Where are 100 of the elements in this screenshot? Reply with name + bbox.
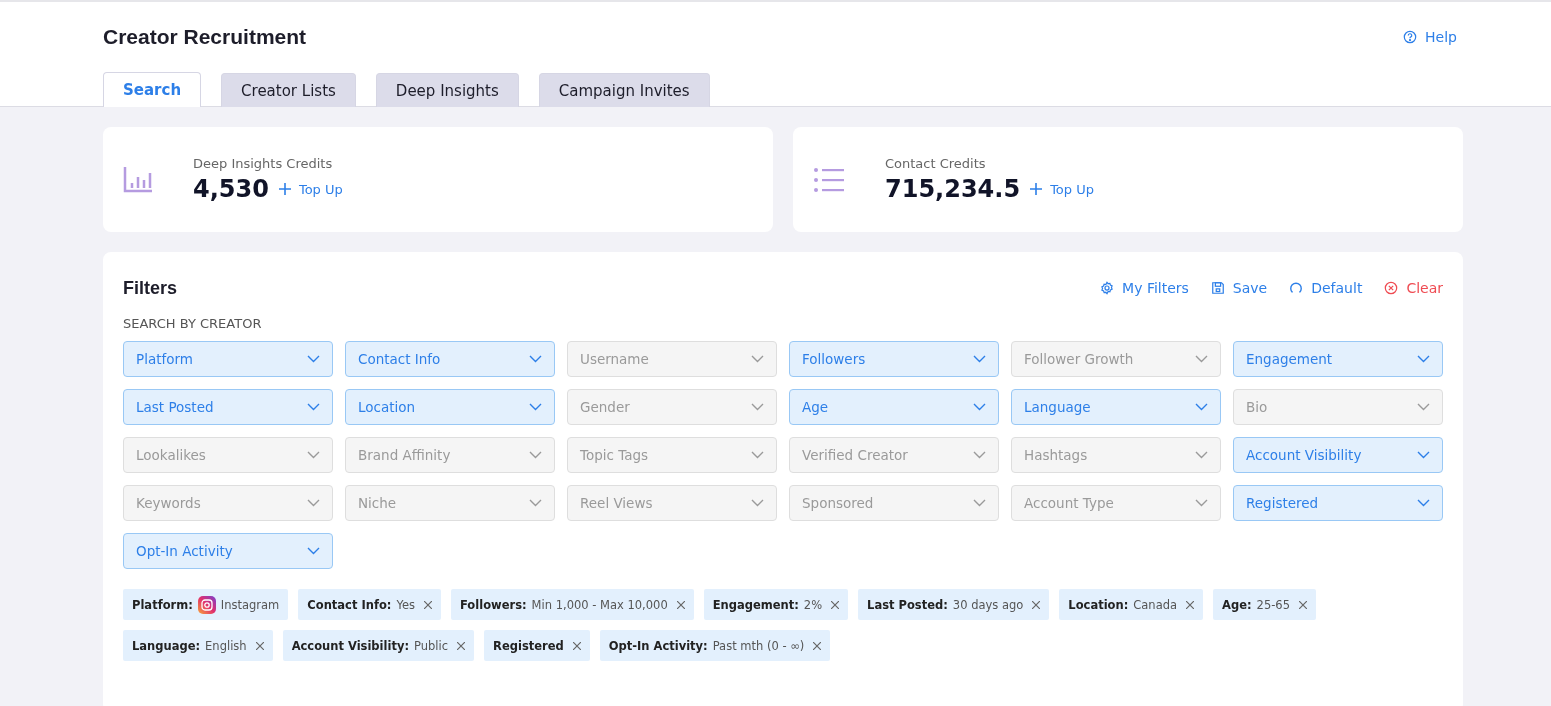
filter-dropdown[interactable]: Reel Views bbox=[567, 485, 777, 521]
filter-dropdown[interactable]: Location bbox=[345, 389, 555, 425]
chevron-down-icon bbox=[1417, 403, 1430, 411]
filter-dropdown[interactable]: Account Type bbox=[1011, 485, 1221, 521]
tab[interactable]: Creator Lists bbox=[221, 73, 356, 107]
chevron-down-icon bbox=[307, 499, 320, 507]
top-up-button[interactable]: Top Up bbox=[278, 181, 343, 197]
help-icon bbox=[1403, 30, 1418, 44]
filter-action-button[interactable]: Default bbox=[1289, 280, 1363, 296]
tab[interactable]: Campaign Invites bbox=[538, 73, 710, 107]
reset-icon bbox=[1289, 281, 1304, 295]
chevron-down-icon bbox=[529, 403, 542, 411]
filter-dropdown[interactable]: Language bbox=[1011, 389, 1221, 425]
filter-dropdown[interactable]: Gender bbox=[567, 389, 777, 425]
chevron-down-icon bbox=[1417, 355, 1430, 363]
filter-action-button[interactable]: Clear bbox=[1384, 280, 1443, 296]
filter-dropdown[interactable]: Lookalikes bbox=[123, 437, 333, 473]
chip-label: Contact Info: bbox=[307, 597, 392, 612]
filter-dropdown[interactable]: Followers bbox=[789, 341, 999, 377]
filter-action-button[interactable]: My Filters bbox=[1100, 280, 1189, 296]
chip-value: English bbox=[205, 638, 247, 653]
chevron-down-icon bbox=[307, 451, 320, 459]
remove-chip-button[interactable] bbox=[455, 641, 466, 650]
chip-label: Last Posted: bbox=[867, 597, 948, 612]
credits-value: 715,234.5 bbox=[885, 175, 1021, 203]
chip-value: Canada bbox=[1133, 597, 1178, 612]
bar-chart-icon bbox=[123, 166, 153, 193]
remove-chip-button[interactable] bbox=[253, 641, 264, 650]
close-icon bbox=[831, 600, 840, 609]
filter-dropdown[interactable]: Engagement bbox=[1233, 341, 1443, 377]
chevron-down-icon bbox=[1195, 499, 1208, 507]
filter-dropdown[interactable]: Last Posted bbox=[123, 389, 333, 425]
remove-chip-button[interactable] bbox=[1030, 600, 1041, 609]
chevron-down-icon bbox=[751, 355, 764, 363]
remove-chip-button[interactable] bbox=[1184, 600, 1195, 609]
remove-chip-button[interactable] bbox=[1297, 600, 1307, 609]
chip-label: Followers: bbox=[459, 597, 527, 612]
filters-title: Filters bbox=[123, 277, 178, 299]
chip-value: Public bbox=[414, 638, 449, 653]
close-circle-icon bbox=[1384, 281, 1399, 295]
filter-dropdown[interactable]: Keywords bbox=[123, 485, 333, 521]
filter-dropdown[interactable]: Verified Creator bbox=[789, 437, 999, 473]
save-icon bbox=[1210, 281, 1225, 295]
list-icon bbox=[813, 166, 845, 193]
credits-value: 4,530 bbox=[193, 175, 269, 203]
close-icon bbox=[676, 600, 685, 609]
credits-label: Deep Insights Credits bbox=[193, 156, 334, 171]
settings-icon bbox=[1100, 281, 1115, 295]
chip-value: 30 days ago bbox=[952, 597, 1024, 612]
remove-chip-button[interactable] bbox=[570, 641, 581, 650]
filter-dropdown[interactable]: Niche bbox=[345, 485, 555, 521]
credits-label: Contact Credits bbox=[885, 156, 987, 171]
filter-action-button[interactable]: Save bbox=[1210, 280, 1268, 296]
camera-logo-icon bbox=[197, 595, 216, 614]
help-link[interactable]: Help bbox=[1397, 28, 1463, 46]
chip-value: Past mth (0 - ∞) bbox=[712, 638, 805, 653]
close-icon bbox=[1186, 600, 1195, 609]
chevron-down-icon bbox=[529, 499, 542, 507]
filter-dropdown[interactable]: Opt-In Activity bbox=[123, 533, 333, 569]
chevron-down-icon bbox=[1195, 403, 1208, 411]
filter-dropdown[interactable]: Account Visibility bbox=[1233, 437, 1443, 473]
tab[interactable]: Search bbox=[103, 72, 202, 107]
chevron-down-icon bbox=[751, 403, 764, 411]
chevron-down-icon bbox=[751, 499, 764, 507]
section-heading: SEARCH BY CREATOR bbox=[123, 316, 263, 331]
filter-dropdown[interactable]: Age bbox=[789, 389, 999, 425]
chevron-down-icon bbox=[973, 499, 986, 507]
close-icon bbox=[255, 641, 264, 650]
close-icon bbox=[457, 641, 466, 650]
filter-dropdown[interactable]: Hashtags bbox=[1011, 437, 1221, 473]
chip-label: Registered bbox=[493, 638, 564, 653]
filter-dropdown[interactable]: Username bbox=[567, 341, 777, 377]
filter-dropdown[interactable]: Topic Tags bbox=[567, 437, 777, 473]
filter-dropdown[interactable]: Follower Growth bbox=[1011, 341, 1221, 377]
chip-label: Age: bbox=[1222, 597, 1252, 612]
filter-dropdown[interactable]: Contact Info bbox=[345, 341, 555, 377]
filter-dropdown[interactable]: Registered bbox=[1233, 485, 1443, 521]
chevron-down-icon bbox=[1195, 355, 1208, 363]
remove-chip-button[interactable] bbox=[829, 600, 840, 609]
chevron-down-icon bbox=[529, 355, 542, 363]
remove-chip-button[interactable] bbox=[674, 600, 685, 609]
filter-dropdown[interactable]: Sponsored bbox=[789, 485, 999, 521]
top-up-button[interactable]: Top Up bbox=[1030, 181, 1094, 197]
close-icon bbox=[1032, 600, 1041, 609]
filter-dropdown[interactable]: Bio bbox=[1233, 389, 1443, 425]
close-icon bbox=[572, 641, 581, 650]
tab[interactable]: Deep Insights bbox=[375, 73, 519, 107]
chip-value: 25-65 bbox=[1256, 597, 1290, 612]
chip-label: Location: bbox=[1068, 597, 1129, 612]
chip-value: Instagram bbox=[220, 597, 280, 612]
remove-chip-button[interactable] bbox=[811, 641, 822, 650]
chip-label: Opt-In Activity: bbox=[608, 638, 708, 653]
filter-dropdown[interactable]: Brand Affinity bbox=[345, 437, 555, 473]
remove-chip-button[interactable] bbox=[421, 600, 432, 609]
chip-value: Min 1,000 - Max 10,000 bbox=[531, 597, 668, 612]
close-icon bbox=[813, 641, 822, 650]
chevron-down-icon bbox=[1417, 451, 1430, 459]
chevron-down-icon bbox=[973, 355, 986, 363]
filter-dropdown[interactable]: Platform bbox=[123, 341, 333, 377]
chevron-down-icon bbox=[307, 547, 320, 555]
